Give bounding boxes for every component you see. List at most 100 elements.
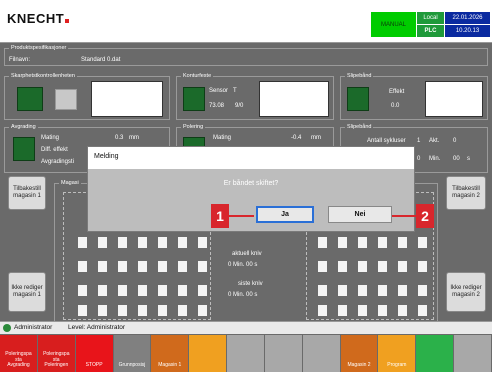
taskbar-button-7[interactable] [227,335,264,372]
magazine-slot[interactable] [158,261,167,272]
belt1-group: Slipebånd Effekt 0.0 [340,73,488,120]
magazine-slot[interactable] [358,237,367,248]
magazine-slot[interactable] [378,237,387,248]
filename-label: Filnavn: [9,57,31,63]
magazine-slot[interactable] [138,305,147,316]
magazine-slot[interactable] [398,305,407,316]
magazine-slot[interactable] [158,285,167,296]
magazine-slot[interactable] [198,305,207,316]
magazine-slot[interactable] [418,261,427,272]
local-indicator: Local [417,12,444,24]
magazine-slot[interactable] [98,237,107,248]
no-button[interactable]: Nei [328,206,392,223]
sharpness-indicator-grey [55,89,77,110]
magazine-slot[interactable] [138,261,147,272]
user-label: Administrator [14,324,53,331]
magazine-slot[interactable] [178,237,187,248]
contour-value-1: 73.08 [209,103,225,109]
cycles-label: Antall sykluser [367,138,406,144]
magazine-slot[interactable] [378,305,387,316]
taskbar-button-3[interactable]: STOPP [75,335,113,372]
no-edit-magazine-1-button[interactable]: Ikke rediger magasin 1 [8,272,46,312]
magazine-slot[interactable] [118,285,127,296]
yes-button[interactable]: Ja [256,206,314,223]
magazine-slot[interactable] [338,261,347,272]
magazine-slot[interactable] [78,237,87,248]
magazine-slot[interactable] [98,285,107,296]
polish-feed-value: -0.4 [291,135,302,141]
product-spec-group: Produktspesifikasjoner Filnavn: Standard… [4,45,488,66]
taskbar-button-5[interactable]: Magasin 1 [151,335,189,372]
magazine-slot[interactable] [138,237,147,248]
dialog-title-bar: Melding [88,147,414,169]
taskbar-button-4[interactable]: Grunnposisj [113,335,151,372]
magazine-slot[interactable] [158,305,167,316]
magazine-slot[interactable] [398,261,407,272]
magazine-slot[interactable] [338,285,347,296]
taskbar-button-9[interactable] [302,335,340,372]
current-knife-label: aktuell kniv [232,251,262,257]
act-value: 0 [453,138,457,144]
contour-indicator [183,87,205,111]
magazine-slot[interactable] [198,261,207,272]
sharpness-graph [91,81,163,117]
reset-magazine-1-button[interactable]: Tilbakestill magasin 1 [8,176,46,210]
polish-title: Polering [181,124,206,130]
magazine-slot[interactable] [398,285,407,296]
magazine-slot[interactable] [158,237,167,248]
magazine-slot[interactable] [118,305,127,316]
magazine-slot[interactable] [178,305,187,316]
magazine-slot[interactable] [318,285,327,296]
magazine-slot[interactable] [358,261,367,272]
magazine-slot[interactable] [78,261,87,272]
magazine-slot[interactable] [318,305,327,316]
magazine-slot[interactable] [318,261,327,272]
taskbar-button-1[interactable]: Poleringspa sta Avgrading [0,335,37,372]
magazine-slot[interactable] [378,261,387,272]
magazine-slot[interactable] [358,305,367,316]
belt2-sec-value: 00 [453,156,460,162]
message-dialog: Melding Er båndet skiftet? Ja Nei [87,146,415,232]
magazine-slot[interactable] [338,237,347,248]
polish-feed-label: Mating [213,135,232,141]
magazine-slot[interactable] [138,285,147,296]
magazine-slot[interactable] [338,305,347,316]
magazine-slot[interactable] [118,237,127,248]
magazine-slot[interactable] [318,237,327,248]
magazine-slot[interactable] [78,285,87,296]
magazine-slot[interactable] [378,285,387,296]
magazine-slot[interactable] [418,285,427,296]
contour-title: Konturfeste [181,73,214,79]
mode-indicator: MANUAL [371,12,416,37]
date-display: 22.01.2026 [445,12,490,24]
reset-magazine-2-button[interactable]: Tilbakestill magasin 2 [446,176,486,210]
no-edit-magazine-2-button[interactable]: Ikke rediger magasin 2 [446,272,486,312]
taskbar-button-6[interactable] [189,335,227,372]
taskbar-button-11[interactable]: Program [378,335,416,372]
magazine-slot[interactable] [418,305,427,316]
taskbar-button-2[interactable]: Poleringspa sta Poleringen [37,335,75,372]
act-label: Akt. [429,138,440,144]
taskbar-button-10[interactable]: Magasin 2 [340,335,378,372]
cycles-value: 1 [417,138,421,144]
deburr-time-label: Avgradingsti [41,159,74,165]
magazine-slot[interactable] [118,261,127,272]
magazine-slot[interactable] [98,261,107,272]
taskbar-button-8[interactable] [264,335,302,372]
magazine-slot[interactable] [398,237,407,248]
belt1-graph [425,81,483,117]
magazine-slot[interactable] [418,237,427,248]
magazine-slot[interactable] [198,285,207,296]
magazine-slot[interactable] [98,305,107,316]
polish-feed-unit: mm [311,135,321,141]
callout-1-line [229,215,254,217]
magazine-slot[interactable] [178,285,187,296]
deburr-title: Avgrading [9,124,38,130]
magazine-slot[interactable] [78,305,87,316]
magazine-slot[interactable] [358,285,367,296]
magazine-slot[interactable] [178,261,187,272]
taskbar-button-12[interactable] [416,335,454,372]
magazine-slot[interactable] [198,237,207,248]
callout-1-marker: 1 [211,204,229,228]
taskbar-button-13[interactable] [454,335,491,372]
